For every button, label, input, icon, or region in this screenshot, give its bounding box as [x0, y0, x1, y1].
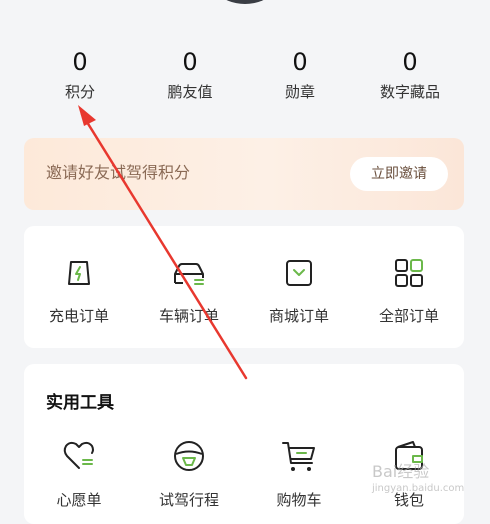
shopping-cart-label: 购物车 [276, 491, 322, 509]
stat-medals-label: 勋章 [284, 83, 315, 101]
mall-order-label: 商城订单 [268, 307, 329, 325]
all-orders-item[interactable]: 全部订单 [354, 256, 464, 326]
stat-medals-value: 0 [292, 48, 308, 76]
stats-row: 0 积分 0 鹏友值 0 勋章 0 数字藏品 [0, 48, 490, 118]
orders-card: 充电订单 车辆订单 商城订单 全部订单 [24, 226, 464, 348]
tools-title: 实用工具 [46, 393, 114, 413]
stat-points[interactable]: 0 积分 [25, 48, 135, 102]
mall-order-item[interactable]: 商城订单 [244, 256, 354, 326]
stat-digital-collectibles-value: 0 [402, 48, 418, 76]
stat-friend-value-label: 鹏友值 [167, 83, 213, 101]
wishlist-item[interactable]: 心愿单 [24, 438, 134, 510]
stat-friend-value[interactable]: 0 鹏友值 [135, 48, 245, 102]
shopping-cart-item[interactable]: 购物车 [244, 438, 354, 510]
vehicle-order-icon [174, 263, 204, 285]
vehicle-order-item[interactable]: 车辆订单 [134, 256, 244, 326]
baidu-jingyan-watermark: Bai经验 jingyan.baidu.com [372, 462, 482, 502]
steering-wheel-icon [174, 441, 204, 471]
charging-order-icon [68, 261, 90, 285]
stat-digital-collectibles-label: 数字藏品 [379, 83, 440, 101]
watermark-url: jingyan.baidu.com [372, 483, 465, 494]
charging-order-item[interactable]: 充电订单 [24, 256, 134, 326]
stat-digital-collectibles[interactable]: 0 数字藏品 [355, 48, 465, 102]
invite-now-button[interactable]: 立即邀请 [350, 157, 448, 191]
test-drive-trip-label: 试驾行程 [158, 491, 219, 509]
stat-medals[interactable]: 0 勋章 [245, 48, 355, 102]
test-drive-trip-item[interactable]: 试驾行程 [134, 438, 244, 510]
all-orders-icon [395, 259, 423, 287]
watermark-logo-text: Bai经验 [372, 462, 430, 481]
stat-points-value: 0 [72, 48, 88, 76]
wishlist-label: 心愿单 [56, 491, 102, 509]
mall-order-icon [286, 260, 312, 286]
cart-icon [282, 442, 315, 471]
wishlist-icon [63, 441, 94, 469]
avatar[interactable] [200, 0, 290, 4]
stat-friend-value-number: 0 [182, 48, 198, 76]
stat-points-label: 积分 [64, 83, 95, 101]
invite-banner[interactable]: 邀请好友试驾得积分 立即邀请 [24, 138, 464, 210]
all-orders-label: 全部订单 [378, 307, 439, 325]
invite-text: 邀请好友试驾得积分 [46, 163, 191, 182]
charging-order-label: 充电订单 [48, 307, 109, 325]
vehicle-order-label: 车辆订单 [158, 307, 219, 325]
